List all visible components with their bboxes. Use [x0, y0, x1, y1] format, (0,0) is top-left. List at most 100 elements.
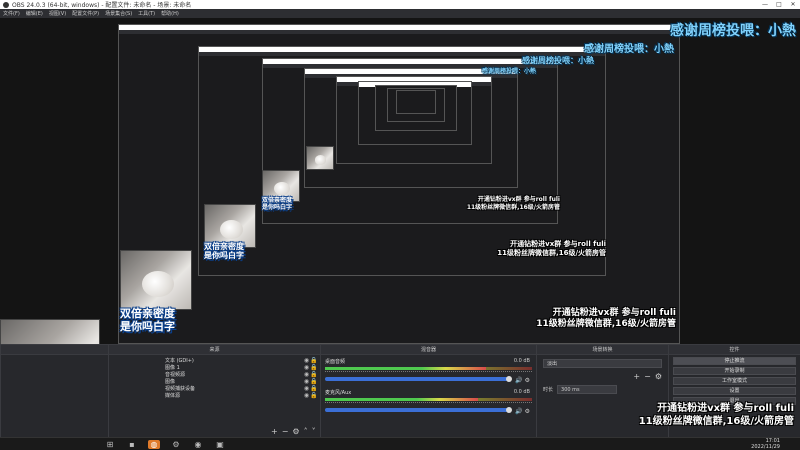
lock-icon[interactable]: 🔒 [310, 378, 317, 385]
mixer-dock: 混音器 桌面音频 0.0 dB 🔊 ⚙ 麦克风/Aux 0.0 dB 🔊 ⚙ [320, 345, 536, 438]
menu-scene-collection[interactable]: 场景集合(S) [105, 10, 132, 17]
channel-controls: 🔊 ⚙ [515, 377, 530, 384]
sources-dock: 来源 文本 (GDI+) ◉ 🔒 图像 1 ◉ 🔒 音视频源 ◉ 🔒 图像 ◉ 🔒 视频捕获设备… [108, 345, 320, 438]
minimize-button[interactable]: — [758, 0, 772, 9]
nested-preview-9 [396, 90, 436, 114]
remove-source-icon[interactable]: − [282, 427, 289, 436]
badge-line-1: 双倍亲密度 [204, 242, 244, 251]
maximize-button[interactable]: □ [772, 0, 786, 9]
mixer-channel-desktop: 桌面音频 0.0 dB 🔊 ⚙ [325, 358, 532, 386]
eye-icon[interactable]: ◉ [303, 357, 310, 364]
lock-icon[interactable]: 🔒 [310, 385, 317, 392]
duration-row: 时长 300 ms [543, 385, 662, 394]
promo-line-1: 开通钻粉进vx群 参与roll fuli [477, 196, 560, 203]
thanks-banner-nested-3: 感谢周榜投喂：小熱 [481, 68, 536, 75]
sources-dock-title: 来源 [109, 345, 320, 355]
windows-icon[interactable]: ⊞ [104, 440, 116, 449]
settings-button[interactable]: 设置 [673, 387, 796, 395]
promo-line-2: 11级粉丝牌微信群,16级/火箭房管 [536, 319, 676, 330]
duration-input[interactable]: 300 ms [557, 385, 618, 394]
volume-slider[interactable] [325, 407, 512, 413]
menu-view[interactable]: 视图(V) [49, 10, 66, 17]
scenes-dock [0, 345, 108, 438]
eye-icon[interactable]: ◉ [303, 378, 310, 385]
cat-photo-nested-1 [120, 250, 192, 310]
gear-icon[interactable]: ⚙ [655, 372, 662, 381]
game-icon[interactable]: ▣ [214, 440, 226, 449]
source-label: 图像 [165, 379, 176, 385]
gear-icon[interactable]: ⚙ [292, 427, 299, 436]
menu-tools[interactable]: 工具(T) [138, 10, 155, 17]
clock-date: 2022/11/29 [751, 443, 780, 450]
cat-photo [0, 319, 100, 344]
channel-db: 0.0 dB [513, 389, 530, 395]
source-item[interactable]: 图像 1 ◉ 🔒 [165, 364, 317, 371]
taskbar: ⊞ ▪ ◍ ⚙ ◉ ▣ 17:01 2022/11/29 [0, 437, 800, 450]
meter-scale [325, 402, 532, 406]
stop-streaming-button[interactable]: 停止推流 [673, 357, 796, 365]
badge-line-2: 是你吗白字 [262, 203, 293, 211]
eye-icon[interactable]: ◉ [303, 364, 310, 371]
promo-text-nested-3: 开通钻粉进vx群 参与roll fuli 11级粉丝牌微信群,16级/火箭房管 [467, 196, 560, 211]
eye-icon[interactable]: ◉ [303, 371, 310, 378]
gear-icon[interactable]: ⚙ [525, 408, 530, 415]
obs-window: OBS 24.0.3 (64-bit, windows) - 配置文件: 未命名… [0, 0, 800, 450]
move-down-icon[interactable]: ˅ [312, 427, 316, 436]
start-recording-button[interactable]: 开始录制 [673, 367, 796, 375]
channel-db: 0.0 dB [513, 358, 530, 364]
move-up-icon[interactable]: ˄ [304, 427, 308, 436]
transition-select[interactable]: 淡出 [543, 359, 662, 368]
studio-mode-button[interactable]: 工作室模式 [673, 377, 796, 385]
badge-line-2: 是你吗白字 [204, 251, 244, 261]
menu-file[interactable]: 文件(F) [3, 10, 20, 17]
lock-icon[interactable]: 🔒 [310, 364, 317, 371]
lock-icon[interactable]: 🔒 [310, 371, 317, 378]
app-icon[interactable]: ◍ [148, 440, 160, 449]
promo-line-1: 开通钻粉进vx群 参与roll fuli [657, 403, 794, 414]
menu-edit[interactable]: 编辑(E) [26, 10, 43, 17]
promo-line-1: 开通钻粉进vx群 参与roll fuli [510, 240, 606, 248]
lock-icon[interactable]: 🔒 [310, 357, 317, 364]
speaker-icon[interactable]: 🔊 [515, 408, 522, 415]
promo-line-2: 11级粉丝牌微信群,16级/火箭房管 [638, 415, 794, 427]
preview-canvas[interactable]: 双倍亲密度 是你吗白字 双倍亲密度 是你吗白字 双倍亲密度 是你吗白字 双倍亲密… [0, 18, 800, 344]
obs-icon[interactable]: ◉ [192, 440, 204, 449]
intimacy-badge-nested-1: 双倍亲密度 是你吗白字 [120, 307, 175, 333]
source-item[interactable]: 图像 ◉ 🔒 [165, 378, 317, 385]
source-item[interactable]: 音视频源 ◉ 🔒 [165, 371, 317, 378]
add-source-icon[interactable]: + [271, 427, 278, 436]
level-meter [325, 398, 532, 401]
menu-help[interactable]: 帮助(H) [161, 10, 179, 17]
source-item[interactable]: 文本 (GDI+) ◉ 🔒 [165, 357, 317, 364]
cat-photo-nested-4 [306, 146, 334, 170]
eye-icon[interactable]: ◉ [303, 385, 310, 392]
thanks-banner-nested-1: 感谢周榜投喂：小熱 [584, 44, 674, 55]
window-controls: — □ ✕ [758, 0, 800, 9]
badge-line-2: 是你吗白字 [120, 319, 175, 333]
volume-knob[interactable] [506, 376, 512, 382]
menu-profile[interactable]: 配置文件(P) [72, 10, 99, 17]
system-tray-clock[interactable]: 17:01 2022/11/29 [751, 438, 780, 450]
volume-slider[interactable] [325, 376, 512, 382]
channel-name: 桌面音频 [325, 359, 346, 365]
sources-list: 文本 (GDI+) ◉ 🔒 图像 1 ◉ 🔒 音视频源 ◉ 🔒 图像 ◉ 🔒 视频捕获设备 ◉ 🔒 … [109, 355, 320, 401]
meter-scale [325, 371, 532, 375]
channel-controls: 🔊 ⚙ [515, 408, 530, 415]
source-item[interactable]: 视频捕获设备 ◉ 🔒 [165, 385, 317, 392]
source-item[interactable]: 媒体源 ◉ 🔒 [165, 392, 317, 399]
lock-icon[interactable]: 🔒 [310, 392, 317, 399]
close-button[interactable]: ✕ [786, 0, 800, 9]
duration-label: 时长 [543, 387, 554, 393]
volume-knob[interactable] [506, 407, 512, 413]
transition-buttons: + − ⚙ [543, 372, 662, 381]
add-transition-icon[interactable]: + [633, 372, 640, 381]
eye-icon[interactable]: ◉ [303, 392, 310, 399]
settings-icon[interactable]: ⚙ [170, 440, 182, 449]
gear-icon[interactable]: ⚙ [525, 377, 530, 384]
promo-text: 开通钻粉进vx群 参与roll fuli 11级粉丝牌微信群,16级/火箭房管 [639, 403, 794, 428]
search-icon[interactable]: ▪ [126, 440, 138, 449]
remove-transition-icon[interactable]: − [644, 372, 651, 381]
speaker-icon[interactable]: 🔊 [515, 377, 522, 384]
source-label: 媒体源 [165, 393, 181, 399]
badge-line-1: 双倍亲密度 [120, 307, 175, 320]
